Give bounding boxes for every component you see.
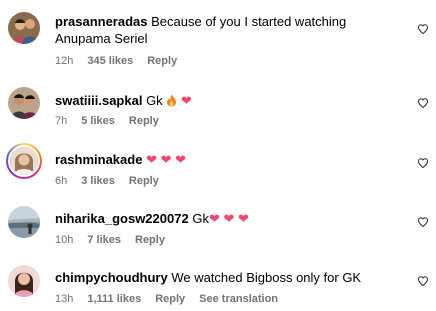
see-translation-button[interactable]: See translation [199, 293, 278, 305]
comment-username[interactable]: niharika_gosw220072 [55, 211, 189, 226]
comment-meta: 6h 3 likes Reply [55, 175, 173, 187]
reply-button[interactable]: Reply [135, 234, 165, 246]
red-heart-emoji: ❤ [146, 152, 157, 167]
red-heart-emoji: ❤ [208, 211, 220, 226]
comment-likes[interactable]: 1,111 likes [87, 293, 141, 305]
avatar[interactable] [8, 87, 40, 119]
comment-likes[interactable]: 5 likes [81, 115, 115, 127]
red-heart-emoji: ❤ [175, 152, 187, 167]
comment-username[interactable]: swatiiii.sapkal [55, 93, 142, 108]
fire-emoji [166, 93, 177, 110]
reply-button[interactable]: Reply [155, 293, 185, 305]
avatar[interactable] [8, 265, 40, 297]
comment-time: 7h [55, 115, 68, 127]
comment-meta: 12h 345 likes Reply [55, 55, 191, 67]
comment-text: niharika_gosw220072 Gk❤ ❤ ❤ [55, 210, 400, 227]
comment-username[interactable]: rashminakade [55, 152, 142, 167]
red-heart-emoji: ❤ [223, 211, 235, 226]
comment-likes[interactable]: 345 likes [87, 55, 133, 67]
reply-button[interactable]: Reply [129, 115, 159, 127]
comment-text: prasanneradas Because of you I started w… [55, 13, 400, 47]
comment-time: 6h [55, 175, 68, 187]
heart-outline-icon[interactable] [417, 275, 429, 287]
comment-time: 10h [55, 234, 74, 246]
comment-username[interactable]: chimpychoudhury [55, 270, 168, 285]
avatar[interactable] [8, 206, 40, 238]
red-heart-emoji: ❤ [180, 93, 192, 108]
comment-likes[interactable]: 7 likes [87, 234, 121, 246]
reply-button[interactable]: Reply [129, 175, 159, 187]
comment-meta: 7h 5 likes Reply [55, 115, 173, 127]
comment-time: 12h [55, 55, 74, 67]
red-heart-emoji: ❤ [160, 152, 172, 167]
comment-text: chimpychoudhury We watched Bigboss only … [55, 269, 400, 286]
red-heart-emoji: ❤ [238, 211, 249, 226]
comment-likes[interactable]: 3 likes [81, 175, 115, 187]
comment-body: Gk [146, 93, 163, 108]
heart-outline-icon[interactable] [417, 23, 429, 35]
heart-outline-icon[interactable] [417, 157, 429, 169]
avatar[interactable] [6, 143, 42, 179]
comment-meta: 13h 1,111 likes Reply See translation [55, 293, 292, 305]
heart-outline-icon[interactable] [417, 216, 429, 228]
comment-body: We watched Bigboss only for GK [171, 270, 362, 285]
comment-meta: 10h 7 likes Reply [55, 234, 179, 246]
reply-button[interactable]: Reply [147, 55, 177, 67]
heart-outline-icon[interactable] [417, 97, 429, 109]
comment-text: swatiiii.sapkal Gk ❤ [55, 92, 400, 110]
avatar-image [8, 145, 40, 177]
comment-body: Gk [192, 211, 209, 226]
comment-username[interactable]: prasanneradas [55, 14, 148, 29]
comment-text: rashminakade ❤ ❤ ❤ [55, 151, 400, 168]
comment-time: 13h [55, 293, 74, 305]
avatar[interactable] [8, 12, 40, 44]
